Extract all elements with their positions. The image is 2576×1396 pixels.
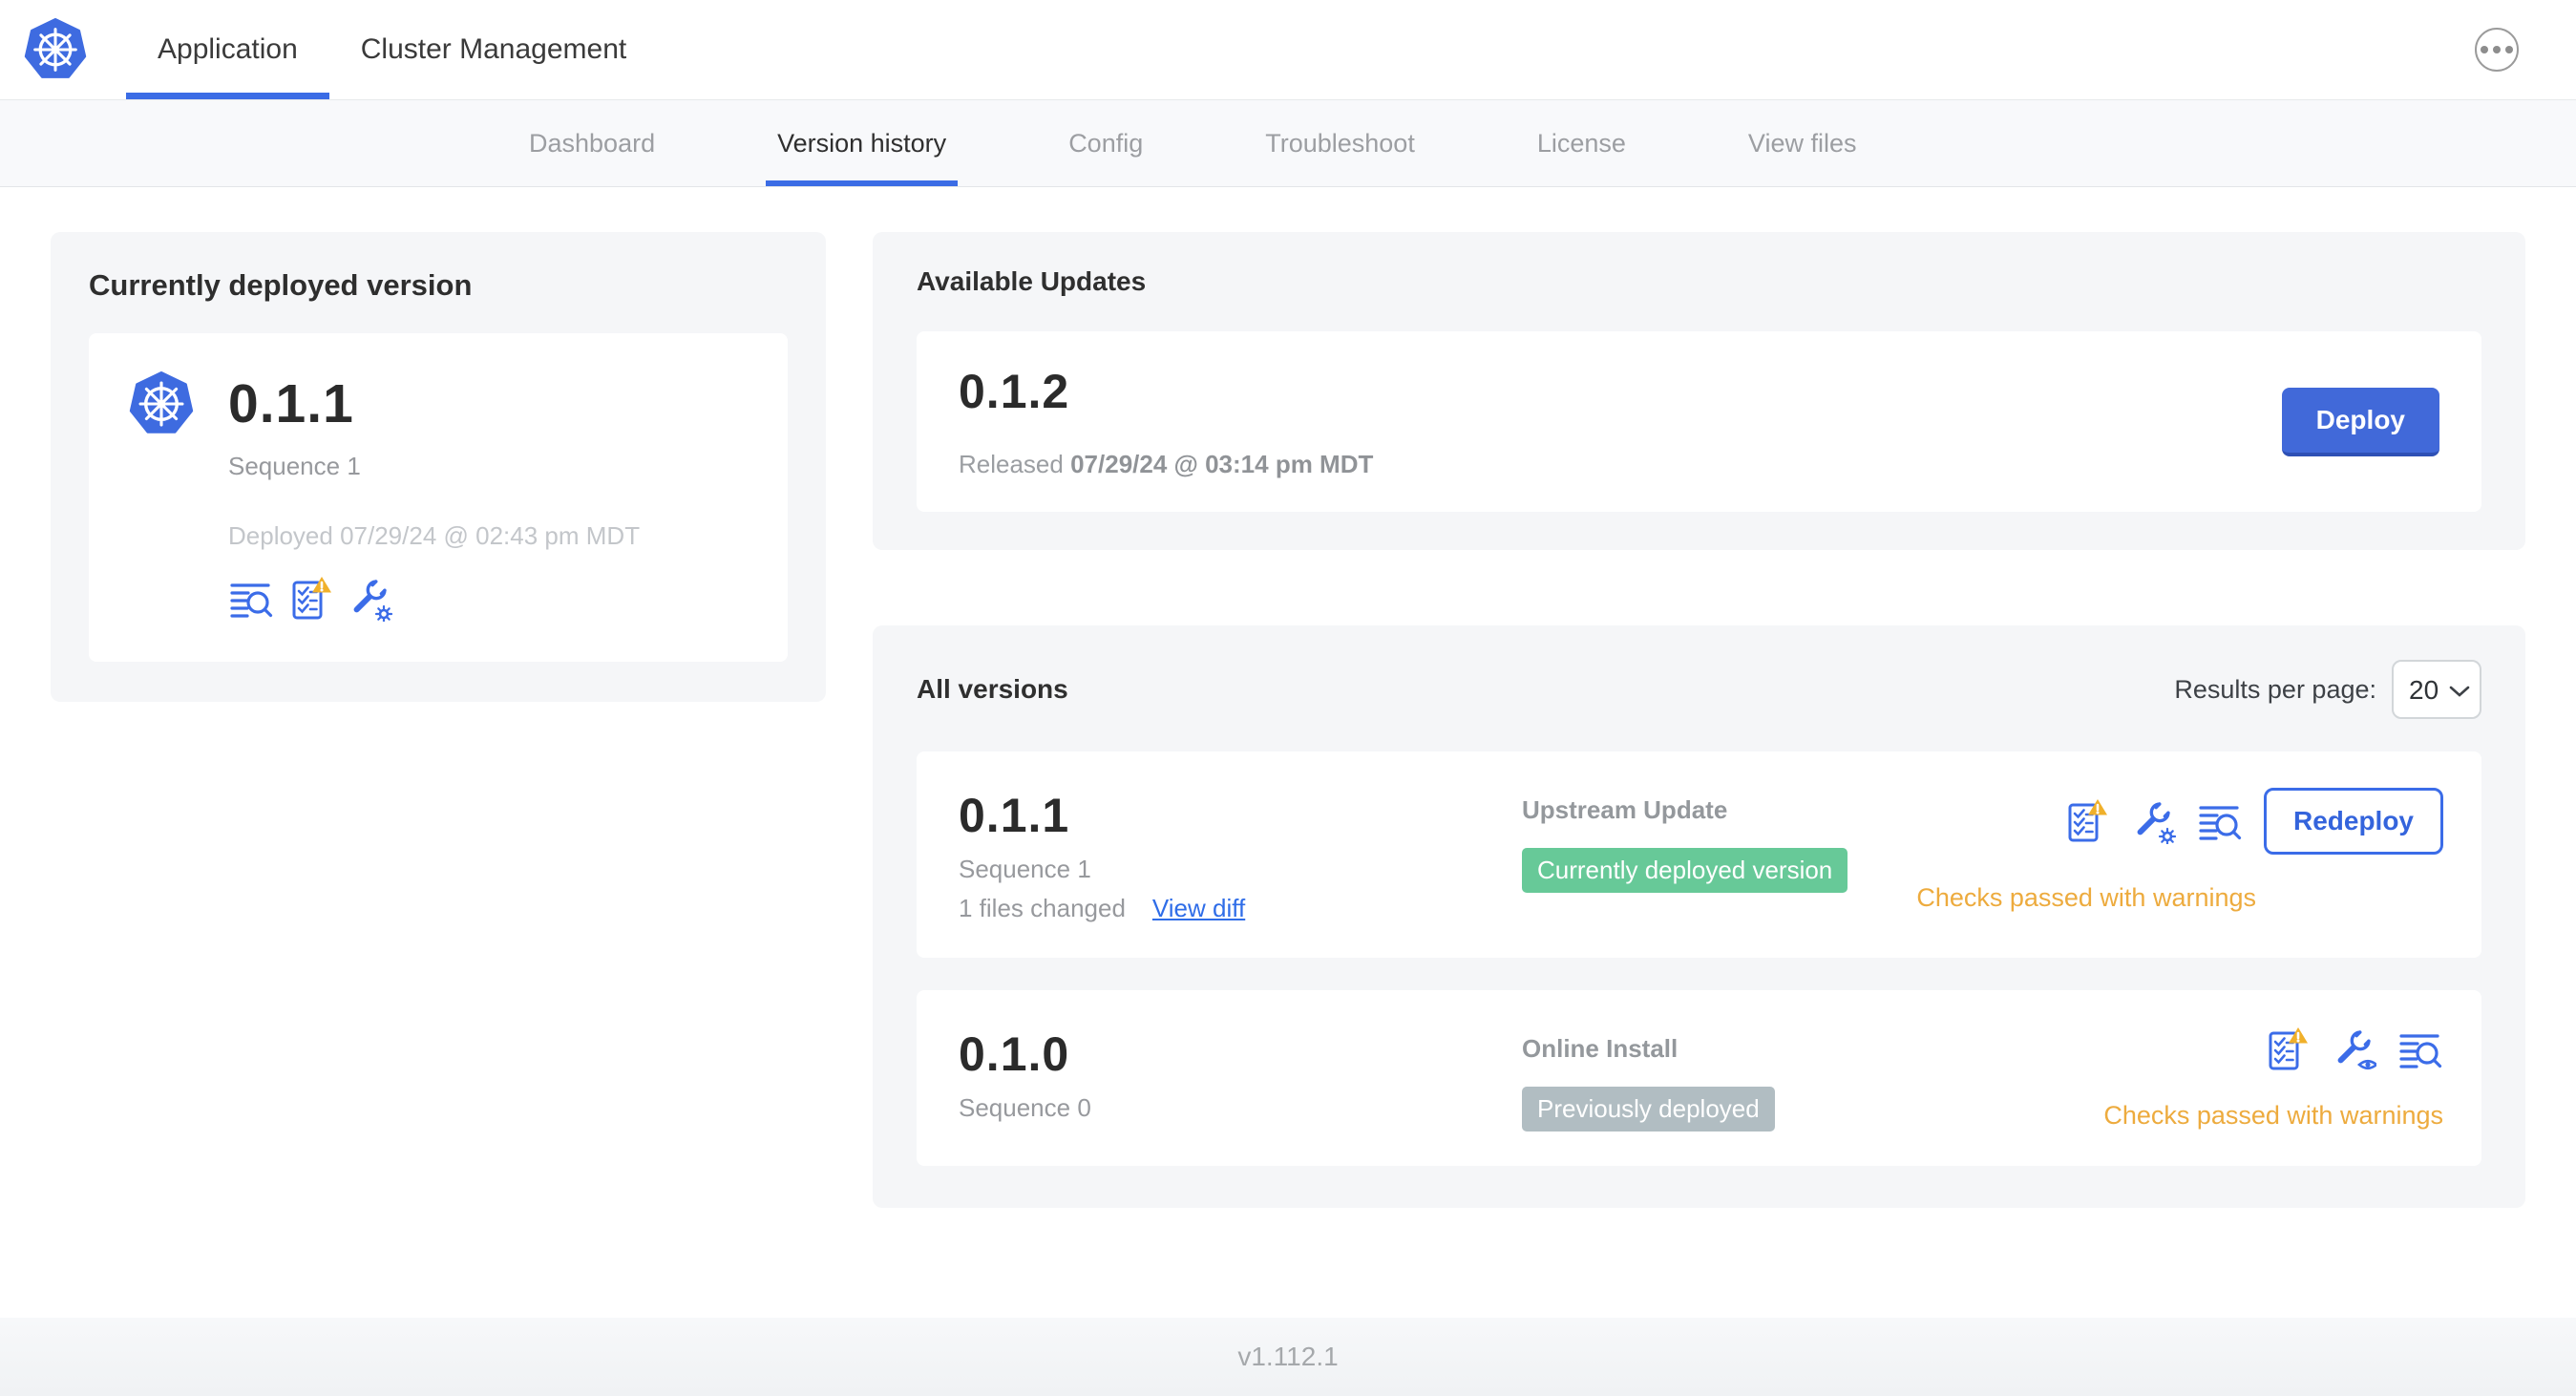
currently-deployed-title: Currently deployed version — [89, 268, 473, 302]
log-search-icon[interactable] — [2197, 798, 2243, 844]
available-updates-title: Available Updates — [917, 266, 1147, 296]
redeploy-button[interactable]: Redeploy — [2263, 788, 2443, 855]
files-changed-label: 1 files changed — [959, 894, 1126, 922]
footer: v1.112.1 — [0, 1318, 2576, 1396]
right-column: Available Updates 0.1.2 Released 07/29/2… — [873, 232, 2525, 1208]
tab-application[interactable]: Application — [126, 0, 329, 99]
app-sub-nav: Dashboard Version history Config Trouble… — [0, 100, 2576, 187]
version-source-label: Upstream Update — [1522, 795, 1728, 824]
version-row-0-1-1: 0.1.1 Sequence 1 1 files changed View di… — [917, 751, 2481, 958]
row-version-number: 0.1.1 — [959, 789, 1070, 842]
available-updates-card: Available Updates 0.1.2 Released 07/29/2… — [873, 232, 2525, 550]
results-per-page-label: Results per page: — [2174, 674, 2376, 704]
results-per-page-select-wrap: 20 — [2392, 660, 2481, 719]
current-sequence: Sequence 1 — [228, 452, 361, 480]
subtab-version-history[interactable]: Version history — [766, 100, 959, 186]
main-content: Currently deployed version 0.1.1 Sequenc… — [0, 187, 2576, 1318]
all-versions-title: All versions — [917, 674, 1068, 704]
current-version-number: 0.1.1 — [228, 373, 354, 434]
previously-deployed-badge: Previously deployed — [1522, 1087, 1775, 1132]
ellipsis-menu-icon — [2493, 46, 2501, 53]
config-wrench-gear-icon[interactable] — [2130, 798, 2176, 844]
subtab-view-files[interactable]: View files — [1737, 100, 1869, 186]
log-search-icon[interactable] — [2397, 1026, 2443, 1072]
ellipsis-menu-icon — [2505, 46, 2513, 53]
deploy-button[interactable]: Deploy — [2281, 387, 2439, 456]
log-search-icon[interactable] — [228, 576, 274, 622]
console-version: v1.112.1 — [1237, 1342, 1339, 1371]
available-update-row: 0.1.2 Released 07/29/24 @ 03:14 pm MDT D… — [917, 331, 2481, 512]
version-source-label: Online Install — [1522, 1034, 1679, 1063]
all-versions-card: All versions Results per page: 20 0.1.1 … — [873, 625, 2525, 1208]
subtab-troubleshoot[interactable]: Troubleshoot — [1254, 100, 1426, 186]
results-per-page-select[interactable]: 20 — [2392, 660, 2481, 719]
ellipsis-menu-button[interactable] — [2475, 28, 2519, 72]
subtab-license[interactable]: License — [1526, 100, 1637, 186]
top-nav-spacer — [658, 0, 2475, 99]
row-sequence: Sequence 1 — [959, 855, 1091, 883]
preflight-checks-warning-icon[interactable] — [2264, 1026, 2310, 1072]
subtab-dashboard[interactable]: Dashboard — [517, 100, 666, 186]
config-wrench-gear-icon[interactable] — [347, 576, 392, 622]
kubernetes-logo — [24, 18, 87, 81]
row-version-number: 0.1.0 — [959, 1027, 1070, 1081]
checks-status-text: Checks passed with warnings — [2103, 1101, 2443, 1130]
ellipsis-menu-icon — [2481, 46, 2488, 53]
preflight-checks-warning-icon[interactable] — [287, 576, 333, 622]
currently-deployed-card: Currently deployed version 0.1.1 Sequenc… — [51, 232, 826, 702]
released-prefix: Released — [959, 450, 1064, 478]
current-deployed-timestamp: Deployed 07/29/24 @ 02:43 pm MDT — [228, 521, 641, 550]
top-nav: Application Cluster Management — [0, 0, 2576, 100]
config-wrench-eye-icon[interactable] — [2331, 1026, 2376, 1072]
version-row-0-1-0: 0.1.0 Sequence 0 Online Install Previous… — [917, 990, 2481, 1166]
view-diff-link[interactable]: View diff — [1152, 894, 1245, 923]
preflight-checks-warning-icon[interactable] — [2063, 798, 2109, 844]
tab-cluster-management[interactable]: Cluster Management — [329, 0, 658, 99]
released-date: 07/29/24 @ 03:14 pm MDT — [1070, 450, 1374, 478]
subtab-config[interactable]: Config — [1057, 100, 1154, 186]
update-released-timestamp: Released 07/29/24 @ 03:14 pm MDT — [959, 450, 1373, 479]
row-sequence: Sequence 0 — [959, 1093, 1091, 1122]
currently-deployed-panel: 0.1.1 Sequence 1 Deployed 07/29/24 @ 02:… — [89, 333, 788, 662]
update-version-number: 0.1.2 — [959, 365, 1070, 418]
app-kubernetes-icon — [129, 371, 194, 436]
top-nav-tabs: Application Cluster Management — [126, 0, 658, 99]
checks-status-text: Checks passed with warnings — [1916, 883, 2256, 912]
currently-deployed-badge: Currently deployed version — [1522, 848, 1848, 893]
